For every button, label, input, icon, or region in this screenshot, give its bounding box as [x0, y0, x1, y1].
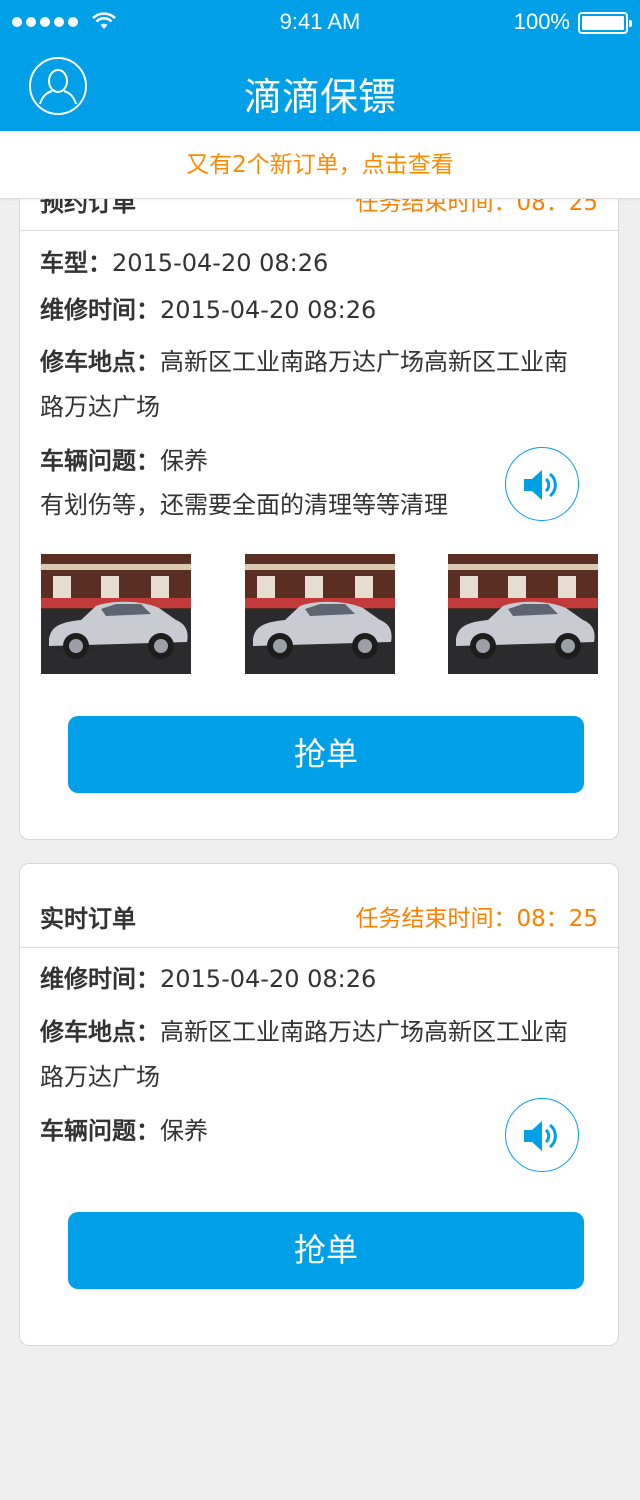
status-bar: 9:41 AM 100%: [0, 0, 640, 44]
repair-time-label: 维修时间：: [40, 296, 160, 324]
play-voice-button[interactable]: [505, 447, 579, 521]
page-title: 滴滴保镖: [243, 75, 396, 119]
problem-label: 车辆问题：: [40, 1117, 160, 1145]
play-voice-button[interactable]: [505, 1098, 579, 1172]
order-type: 实时订单: [40, 905, 136, 933]
repair-time-label: 维修时间：: [40, 965, 160, 993]
problem-value: 保养: [160, 447, 208, 475]
car-photo[interactable]: [41, 554, 191, 674]
location-row: 修车地点：高新区工业南路万达广场高新区工业南路万达广场: [40, 340, 585, 430]
speaker-icon: [524, 1121, 557, 1151]
repair-time-row: 维修时间：2015-04-20 08:26: [40, 288, 376, 333]
order-card-realtime: 实时订单 任务结束时间：08：25 维修时间：2015-04-20 08:26 …: [19, 863, 620, 1346]
battery-icon: [578, 12, 632, 34]
order-card-header: 实时订单 任务结束时间：08：25: [20, 864, 620, 948]
order-card-scheduled: 预约订单 任务结束时间：08：25 车型：2015-04-20 08:26 维修…: [19, 158, 620, 840]
car-photo[interactable]: [448, 554, 598, 674]
location-row: 修车地点：高新区工业南路万达广场高新区工业南路万达广场: [40, 1010, 585, 1100]
grab-order-button[interactable]: 抢单: [68, 716, 584, 793]
car-model-value: 2015-04-20 08:26: [112, 249, 329, 277]
problem-description: 有划伤等，还需要全面的清理等等清理: [40, 491, 448, 519]
order-deadline: 任务结束时间：08：25: [355, 906, 598, 932]
problem-row: 车辆问题：保养: [40, 1109, 208, 1154]
grab-order-button[interactable]: 抢单: [68, 1212, 584, 1289]
location-label: 修车地点：: [40, 348, 160, 376]
battery-percent: 100%: [513, 9, 570, 34]
location-label: 修车地点：: [40, 1018, 160, 1046]
new-order-notice[interactable]: 又有2个新订单，点击查看: [0, 131, 640, 199]
car-photo[interactable]: [245, 554, 395, 674]
repair-time-value: 2015-04-20 08:26: [160, 296, 377, 324]
problem-row: 车辆问题：保养: [40, 439, 208, 484]
repair-time-row: 维修时间：2015-04-20 08:26: [40, 957, 376, 1002]
app-header: 9:41 AM 100% 滴滴保镖: [0, 0, 640, 131]
problem-label: 车辆问题：: [40, 447, 160, 475]
speaker-icon: [524, 470, 557, 500]
car-model-label: 车型：: [40, 249, 112, 277]
car-model-row: 车型：2015-04-20 08:26: [40, 241, 328, 286]
problem-value: 保养: [160, 1117, 208, 1145]
repair-time-value: 2015-04-20 08:26: [160, 965, 377, 993]
